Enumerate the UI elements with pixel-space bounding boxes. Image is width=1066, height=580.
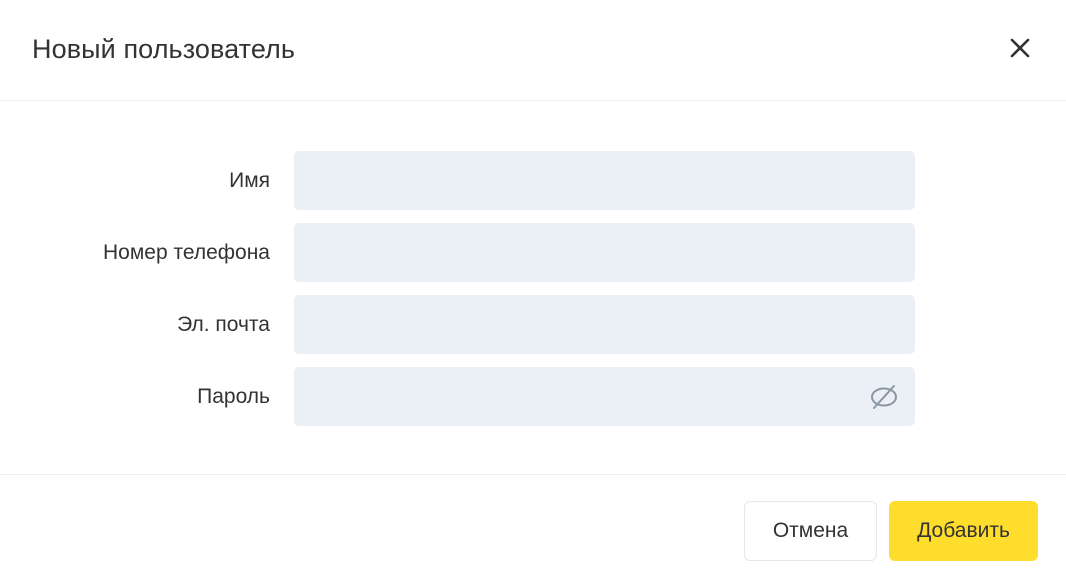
phone-row: Номер телефона [0,223,1066,282]
email-label: Эл. почта [177,313,270,336]
name-row: Имя [0,151,1066,210]
dialog-footer: Отмена Добавить [0,474,1066,580]
phone-input[interactable] [294,223,915,282]
name-input[interactable] [294,151,915,210]
password-input[interactable] [294,367,915,426]
dialog-header: Новый пользователь [0,0,1066,101]
email-input[interactable] [294,295,915,354]
add-button[interactable]: Добавить [889,501,1038,561]
new-user-form: Имя Номер телефона Эл. почта Пароль [0,101,1066,474]
close-icon [1002,30,1038,66]
phone-label: Номер телефона [102,241,270,264]
password-visibility-toggle[interactable] [866,381,902,413]
cancel-button[interactable]: Отмена [744,501,877,561]
eye-off-icon [866,381,902,413]
name-label: Имя [229,169,270,192]
close-button[interactable] [1002,30,1038,66]
email-row: Эл. почта [0,295,1066,354]
dialog-title: Новый пользователь [32,34,296,64]
password-row: Пароль [0,367,1066,426]
password-label: Пароль [197,385,270,408]
new-user-dialog: Новый пользователь Имя Номер телефона Эл… [0,0,1066,580]
